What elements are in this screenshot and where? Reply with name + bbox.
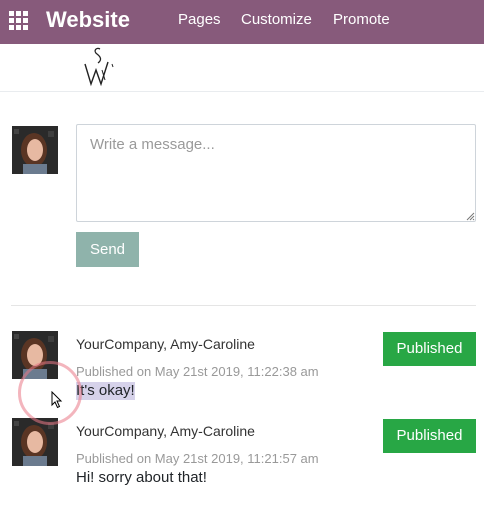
author-avatar xyxy=(12,418,58,466)
message-text: Hi! sorry about that! xyxy=(76,469,207,486)
menu-pages[interactable]: Pages xyxy=(178,11,221,29)
app-title[interactable]: Website xyxy=(46,6,130,34)
sw-monogram-logo[interactable] xyxy=(82,44,120,88)
menu-customize[interactable]: Customize xyxy=(241,11,312,29)
message-text: It's okay! xyxy=(76,382,135,400)
published-toggle-button[interactable]: Published xyxy=(383,419,476,453)
message-input[interactable] xyxy=(76,124,476,222)
divider xyxy=(11,305,476,306)
message-date: Published on May 21st 2019, 11:22:38 am xyxy=(76,364,319,379)
current-user-avatar xyxy=(12,126,58,174)
menu-promote[interactable]: Promote xyxy=(333,11,390,29)
message-author[interactable]: YourCompany, Amy-Caroline xyxy=(76,423,255,440)
resize-grip-icon[interactable] xyxy=(466,212,475,221)
message-author[interactable]: YourCompany, Amy-Caroline xyxy=(76,336,255,353)
site-header xyxy=(0,44,484,92)
mouse-pointer-icon xyxy=(51,391,63,409)
top-navbar: Website Pages Customize Promote xyxy=(0,0,484,44)
apps-grid-icon[interactable] xyxy=(9,11,28,30)
author-avatar xyxy=(12,331,58,379)
message-date: Published on May 21st 2019, 11:21:57 am xyxy=(76,451,319,466)
published-toggle-button[interactable]: Published xyxy=(383,332,476,366)
send-button[interactable]: Send xyxy=(76,232,139,267)
